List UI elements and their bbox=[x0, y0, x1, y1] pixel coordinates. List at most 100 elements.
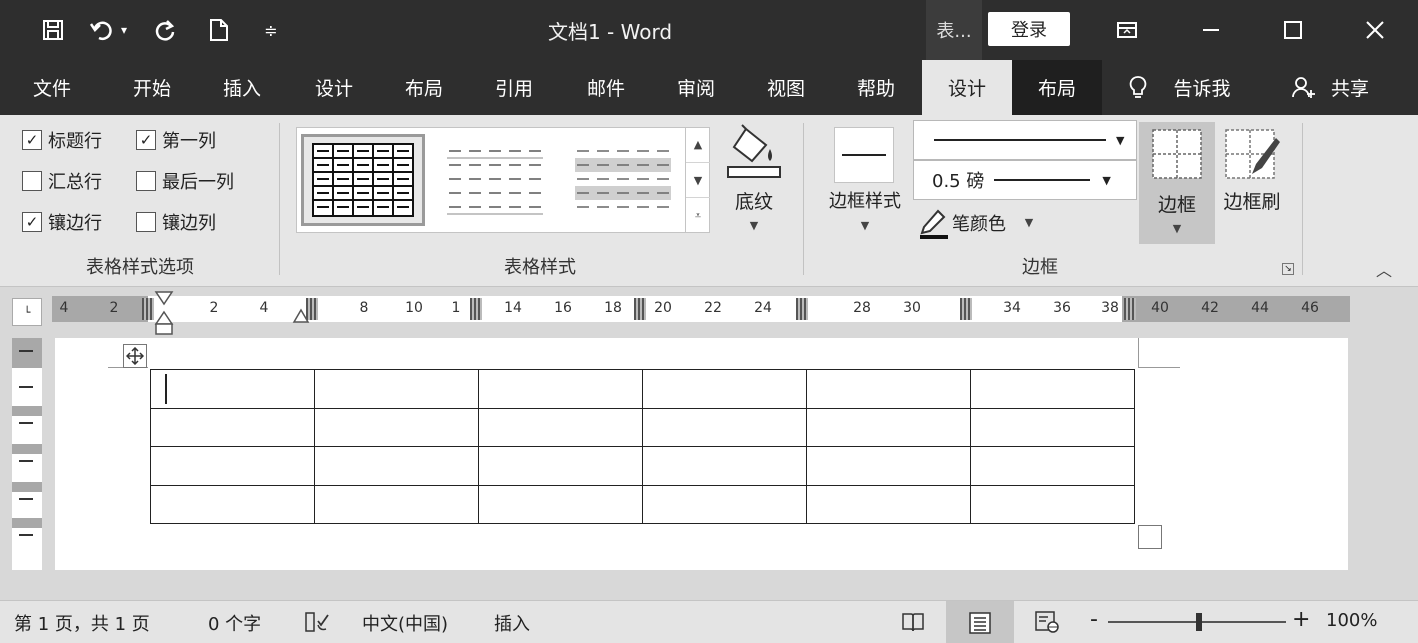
table-cell[interactable] bbox=[970, 369, 1135, 409]
tab-help[interactable]: 帮助 bbox=[836, 60, 916, 115]
undo-icon[interactable] bbox=[88, 14, 118, 46]
gallery-scroll-up-icon[interactable]: ▲ bbox=[686, 127, 710, 163]
redo-icon[interactable] bbox=[150, 14, 180, 46]
vertical-ruler[interactable] bbox=[12, 338, 42, 570]
tell-me-search[interactable]: 告诉我 bbox=[1160, 60, 1244, 115]
row-marker[interactable] bbox=[12, 518, 42, 528]
banded-columns-checkbox[interactable]: 镶边列 bbox=[136, 207, 216, 237]
border-style-dropdown-icon[interactable]: ▼ bbox=[818, 219, 912, 232]
border-painter-button[interactable]: 边框刷 bbox=[1214, 187, 1290, 214]
new-document-icon[interactable] bbox=[204, 14, 234, 46]
tab-selector-icon[interactable]: └ bbox=[12, 298, 42, 326]
first-column-checkbox[interactable]: ✓ 第一列 bbox=[136, 125, 216, 155]
border-style-preview-icon[interactable] bbox=[834, 127, 894, 183]
save-icon[interactable] bbox=[38, 14, 68, 46]
right-indent-marker-icon[interactable] bbox=[292, 308, 310, 326]
tab-review[interactable]: 审阅 bbox=[656, 60, 736, 115]
indent-marker-icon[interactable] bbox=[154, 290, 174, 338]
tab-table-layout[interactable]: 布局 bbox=[1012, 60, 1102, 115]
page-count[interactable]: 第 1 页，共 1 页 bbox=[14, 610, 150, 636]
horizontal-ruler[interactable]: 4 2 2 4 8 10 1 14 16 18 20 22 24 28 30 3… bbox=[52, 296, 1350, 322]
column-marker[interactable] bbox=[1124, 298, 1136, 320]
customize-toolbar-icon[interactable]: ≑ bbox=[256, 14, 286, 46]
row-marker[interactable] bbox=[12, 482, 42, 492]
table-cell[interactable] bbox=[150, 484, 315, 524]
proofing-icon[interactable] bbox=[304, 611, 330, 633]
column-marker[interactable] bbox=[142, 298, 154, 320]
table-cell[interactable] bbox=[314, 446, 479, 486]
total-row-checkbox[interactable]: 汇总行 bbox=[22, 166, 102, 196]
zoom-slider-thumb[interactable] bbox=[1196, 613, 1202, 631]
shading-dropdown-icon[interactable]: ▼ bbox=[722, 219, 786, 232]
word-count[interactable]: 0 个字 bbox=[208, 610, 261, 636]
undo-dropdown-icon[interactable]: ▾ bbox=[116, 14, 132, 46]
insert-mode-indicator[interactable]: 插入 bbox=[494, 610, 530, 636]
table-style-plain-option[interactable] bbox=[433, 134, 557, 226]
zoom-level[interactable]: 100% bbox=[1326, 610, 1377, 631]
table-style-grid-option[interactable] bbox=[301, 134, 425, 226]
last-column-checkbox[interactable]: 最后一列 bbox=[136, 166, 234, 196]
tab-home[interactable]: 开始 bbox=[112, 60, 192, 115]
web-layout-icon[interactable] bbox=[1032, 609, 1062, 635]
table-cell[interactable] bbox=[478, 484, 643, 524]
tab-view[interactable]: 视图 bbox=[746, 60, 826, 115]
borders-dialog-launcher-icon[interactable]: ↘ bbox=[1282, 263, 1294, 275]
print-layout-icon[interactable] bbox=[946, 601, 1014, 643]
zoom-out-icon[interactable]: - bbox=[1090, 607, 1098, 632]
pen-color-button[interactable]: 笔颜色 bbox=[952, 210, 1006, 236]
tab-references[interactable]: 引用 bbox=[474, 60, 554, 115]
gallery-expand-icon[interactable]: ⩡ bbox=[686, 198, 710, 233]
table-cell[interactable] bbox=[806, 407, 971, 447]
column-marker[interactable] bbox=[634, 298, 646, 320]
table-resize-handle-icon[interactable] bbox=[1138, 525, 1162, 549]
column-marker[interactable] bbox=[470, 298, 482, 320]
tab-insert[interactable]: 插入 bbox=[202, 60, 282, 115]
table-style-shaded-option[interactable] bbox=[561, 134, 685, 226]
shading-button[interactable]: 底纹 bbox=[722, 187, 786, 214]
table-cell[interactable] bbox=[478, 407, 643, 447]
table-cell[interactable] bbox=[478, 369, 643, 409]
tab-table-design[interactable]: 设计 bbox=[922, 60, 1012, 115]
table-cell[interactable] bbox=[314, 369, 479, 409]
collapse-ribbon-icon[interactable]: ︿ bbox=[1376, 257, 1392, 281]
tab-design[interactable]: 设计 bbox=[294, 60, 374, 115]
row-marker[interactable] bbox=[12, 406, 42, 416]
banded-rows-checkbox[interactable]: ✓ 镶边行 bbox=[22, 207, 102, 237]
close-icon[interactable] bbox=[1340, 0, 1410, 60]
table-cell[interactable] bbox=[970, 407, 1135, 447]
table-cell[interactable] bbox=[642, 407, 807, 447]
person-add-icon[interactable] bbox=[1288, 60, 1320, 115]
column-marker[interactable] bbox=[796, 298, 808, 320]
table-cell[interactable] bbox=[150, 369, 315, 409]
borders-button[interactable]: 边框 ▼ bbox=[1139, 122, 1215, 244]
paint-bucket-icon[interactable] bbox=[722, 123, 786, 183]
table-cell[interactable] bbox=[970, 446, 1135, 486]
header-row-checkbox[interactable]: ✓ 标题行 bbox=[22, 125, 102, 155]
table-cell[interactable] bbox=[314, 407, 479, 447]
table-cell[interactable] bbox=[150, 407, 315, 447]
table-move-handle-icon[interactable] bbox=[123, 344, 147, 368]
table-cell[interactable] bbox=[478, 446, 643, 486]
table-cell[interactable] bbox=[314, 484, 479, 524]
table-cell[interactable] bbox=[642, 484, 807, 524]
border-style-button[interactable]: 边框样式 bbox=[818, 187, 912, 213]
read-mode-icon[interactable] bbox=[898, 609, 928, 635]
table-cell[interactable] bbox=[642, 369, 807, 409]
table-cell[interactable] bbox=[970, 484, 1135, 524]
pen-color-dropdown-icon[interactable]: ▼ bbox=[1022, 216, 1036, 229]
tab-file[interactable]: 文件 bbox=[12, 60, 92, 115]
pen-color-icon[interactable] bbox=[918, 207, 950, 239]
column-marker[interactable] bbox=[960, 298, 972, 320]
line-style-select[interactable]: ▼ bbox=[913, 120, 1137, 160]
document-page[interactable] bbox=[55, 338, 1348, 570]
share-button[interactable]: 共享 bbox=[1322, 60, 1378, 115]
tab-layout[interactable]: 布局 bbox=[384, 60, 464, 115]
ribbon-display-options-icon[interactable] bbox=[1092, 0, 1162, 60]
zoom-in-icon[interactable]: + bbox=[1292, 607, 1310, 632]
table-cell[interactable] bbox=[642, 446, 807, 486]
table-cell[interactable] bbox=[806, 484, 971, 524]
tab-mailings[interactable]: 邮件 bbox=[566, 60, 646, 115]
login-button[interactable]: 登录 bbox=[988, 12, 1070, 46]
table-cell[interactable] bbox=[806, 369, 971, 409]
minimize-icon[interactable] bbox=[1176, 0, 1246, 60]
